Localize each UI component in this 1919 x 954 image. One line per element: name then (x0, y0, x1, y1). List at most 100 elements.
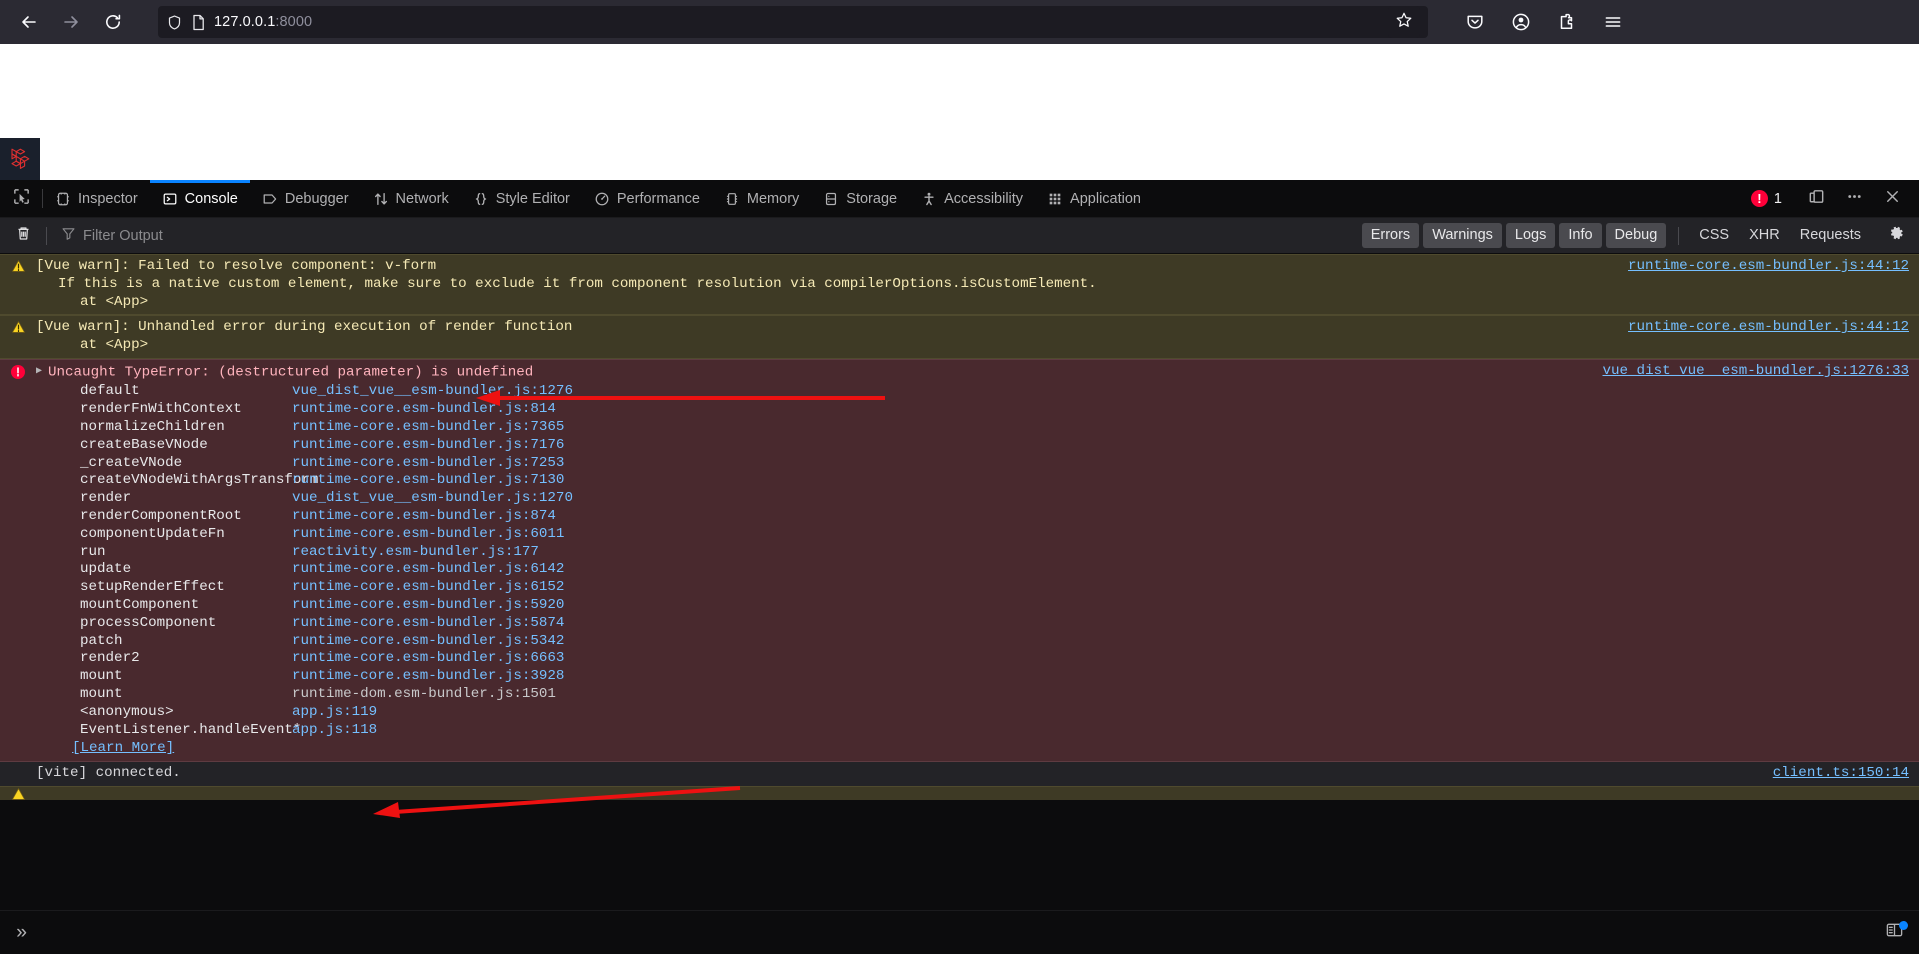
page-doc-icon[interactable] (191, 14, 206, 31)
tab-console[interactable]: Console (149, 180, 251, 217)
bookmark-button[interactable] (1388, 6, 1420, 38)
console-message-warning[interactable]: [Vue warn]: Unhandled error during execu… (0, 315, 1919, 359)
learn-more-link[interactable]: [Learn More] (72, 740, 174, 756)
split-console-editor-button[interactable] (1879, 920, 1909, 946)
filter-toggle-xhr[interactable]: XHR (1741, 223, 1788, 249)
source-link[interactable]: runtime-core.esm-bundler.js:44:12 (1628, 258, 1909, 274)
error-count-badge[interactable]: ! 1 (1743, 190, 1790, 207)
stack-location[interactable]: reactivity.esm-bundler.js:177 (292, 544, 539, 562)
element-picker-button[interactable] (0, 180, 42, 217)
filter-toggle-debug[interactable]: Debug (1605, 222, 1667, 249)
filter-toggle-info[interactable]: Info (1559, 222, 1602, 249)
stack-frame[interactable]: mount runtime-core.esm-bundler.js:3928 (36, 668, 1595, 686)
reload-button[interactable] (94, 5, 132, 39)
app-menu-button[interactable] (1596, 6, 1630, 38)
url-bar[interactable]: 127.0.0.1:8000 (158, 6, 1428, 38)
tab-accessibility[interactable]: Accessibility (909, 180, 1035, 217)
console-message-error[interactable]: ▶ Uncaught TypeError: (destructured param… (0, 358, 1919, 763)
pocket-button[interactable] (1458, 6, 1492, 38)
stack-frame[interactable]: render vue_dist_vue__esm-bundler.js:1270 (36, 490, 1595, 508)
filter-toggle-warnings[interactable]: Warnings (1423, 222, 1502, 249)
stack-location[interactable]: app.js:119 (292, 704, 377, 722)
forward-button[interactable] (52, 5, 90, 39)
console-message-warning-clipped[interactable] (0, 785, 1919, 800)
message-source[interactable]: runtime-core.esm-bundler.js:44:12 (1628, 319, 1919, 355)
stack-frame[interactable]: setupRenderEffect runtime-core.esm-bundle… (36, 579, 1595, 597)
stack-frame[interactable]: update runtime-core.esm-bundler.js:6142 (36, 561, 1595, 579)
stack-location[interactable]: runtime-core.esm-bundler.js:874 (292, 508, 556, 526)
tab-label: Network (395, 190, 449, 207)
responsive-design-mode-button[interactable] (1799, 184, 1833, 214)
tab-storage[interactable]: Storage (811, 180, 909, 217)
stack-location[interactable]: app.js:118 (292, 722, 377, 740)
stack-frame[interactable]: renderFnWithContext runtime-core.esm-bund… (36, 401, 1595, 419)
stack-location[interactable]: runtime-core.esm-bundler.js:6142 (292, 561, 564, 579)
stack-location[interactable]: vue_dist_vue__esm-bundler.js:1276 (292, 383, 573, 401)
message-source[interactable]: runtime-core.esm-bundler.js:44:12 (1628, 258, 1919, 311)
tab-debugger[interactable]: Debugger (250, 180, 361, 217)
console-input-bar[interactable]: » (0, 910, 1919, 954)
filter-toggle-requests[interactable]: Requests (1792, 223, 1869, 249)
stack-location[interactable]: runtime-core.esm-bundler.js:7130 (292, 472, 564, 490)
stack-frame[interactable]: normalizeChildren runtime-core.esm-bundle… (36, 419, 1595, 437)
console-output-list[interactable]: [Vue warn]: Failed to resolve component:… (0, 254, 1919, 910)
stack-location[interactable]: runtime-core.esm-bundler.js:6011 (292, 526, 564, 544)
shield-icon[interactable] (166, 14, 183, 31)
stack-location[interactable]: runtime-core.esm-bundler.js:5874 (292, 615, 564, 633)
console-message-log[interactable]: [vite] connected. client.ts:150:14 (0, 762, 1919, 786)
tab-memory[interactable]: Memory (712, 180, 811, 217)
more-options-button[interactable] (1837, 184, 1871, 214)
stack-frame[interactable]: createBaseVNode runtime-core.esm-bundler.… (36, 437, 1595, 455)
console-settings-button[interactable] (1881, 222, 1911, 250)
console-message-warning[interactable]: [Vue warn]: Failed to resolve component:… (0, 254, 1919, 316)
warning-triangle-icon (11, 259, 26, 311)
tab-network[interactable]: Network (361, 180, 461, 217)
tab-inspector[interactable]: Inspector (43, 180, 150, 217)
stack-location[interactable]: vue_dist_vue__esm-bundler.js:1270 (292, 490, 573, 508)
stack-location[interactable]: runtime-core.esm-bundler.js:5920 (292, 597, 564, 615)
stack-frame[interactable]: run reactivity.esm-bundler.js:177 (36, 544, 1595, 562)
stack-location[interactable]: runtime-core.esm-bundler.js:7176 (292, 437, 564, 455)
expand-triangle-icon[interactable]: ▶ (36, 363, 48, 381)
source-link[interactable]: client.ts:150:14 (1773, 765, 1909, 781)
stack-location[interactable]: runtime-core.esm-bundler.js:814 (292, 401, 556, 419)
stack-frame[interactable]: _createVNode runtime-core.esm-bundler.js:… (36, 455, 1595, 473)
filter-input-wrapper[interactable]: Filter Output (55, 223, 295, 249)
source-link[interactable]: runtime-core.esm-bundler.js:44:12 (1628, 319, 1909, 335)
stack-frame[interactable]: componentUpdateFn runtime-core.esm-bundle… (36, 526, 1595, 544)
close-devtools-button[interactable] (1875, 184, 1909, 214)
stack-frame[interactable]: <anonymous> app.js:119 (36, 704, 1595, 722)
learn-more-row[interactable]: [Learn More] (36, 740, 1595, 758)
filter-toggle-logs[interactable]: Logs (1505, 222, 1556, 249)
error-title-row[interactable]: ▶ Uncaught TypeError: (destructured param… (36, 363, 1595, 382)
stack-frame[interactable]: processComponent runtime-core.esm-bundler… (36, 615, 1595, 633)
filter-toggle-css[interactable]: CSS (1691, 223, 1737, 249)
message-source[interactable]: vue_dist_vue__esm-bundler.js:1276:33 (1603, 363, 1919, 758)
source-link[interactable]: vue_dist_vue__esm-bundler.js:1276:33 (1603, 363, 1910, 379)
tab-style-editor[interactable]: Style Editor (461, 180, 582, 217)
stack-frame[interactable]: render2 runtime-core.esm-bundler.js:6663 (36, 650, 1595, 668)
stack-frame[interactable]: mountComponent runtime-core.esm-bundler.j… (36, 597, 1595, 615)
back-button[interactable] (10, 5, 48, 39)
stack-frame[interactable]: default vue_dist_vue__esm-bundler.js:1276 (36, 383, 1595, 401)
filter-input[interactable]: Filter Output (83, 228, 163, 244)
tab-performance[interactable]: Performance (582, 180, 712, 217)
stack-frame[interactable]: renderComponentRoot runtime-core.esm-bund… (36, 508, 1595, 526)
stack-location[interactable]: runtime-core.esm-bundler.js:6663 (292, 650, 564, 668)
clear-console-button[interactable] (8, 222, 38, 250)
extensions-button[interactable] (1550, 6, 1584, 38)
stack-frame[interactable]: mount runtime-dom.esm-bundler.js:1501 (36, 686, 1595, 704)
stack-location[interactable]: runtime-core.esm-bundler.js:3928 (292, 668, 564, 686)
stack-location[interactable]: runtime-core.esm-bundler.js:6152 (292, 579, 564, 597)
account-button[interactable] (1504, 6, 1538, 38)
stack-location[interactable]: runtime-core.esm-bundler.js:5342 (292, 633, 564, 651)
stack-frame[interactable]: createVNodeWithArgsTransform runtime-core… (36, 472, 1595, 490)
stack-location[interactable]: runtime-core.esm-bundler.js:7253 (292, 455, 564, 473)
filter-toggle-errors[interactable]: Errors (1361, 222, 1420, 249)
stack-frame[interactable]: EventListener.handleEvent* app.js:118 (36, 722, 1595, 740)
stack-location[interactable]: runtime-core.esm-bundler.js:7365 (292, 419, 564, 437)
message-source[interactable]: client.ts:150:14 (1773, 765, 1919, 783)
tab-application[interactable]: Application (1035, 180, 1153, 217)
url-text[interactable]: 127.0.0.1:8000 (214, 14, 1380, 30)
stack-frame[interactable]: patch runtime-core.esm-bundler.js:5342 (36, 633, 1595, 651)
